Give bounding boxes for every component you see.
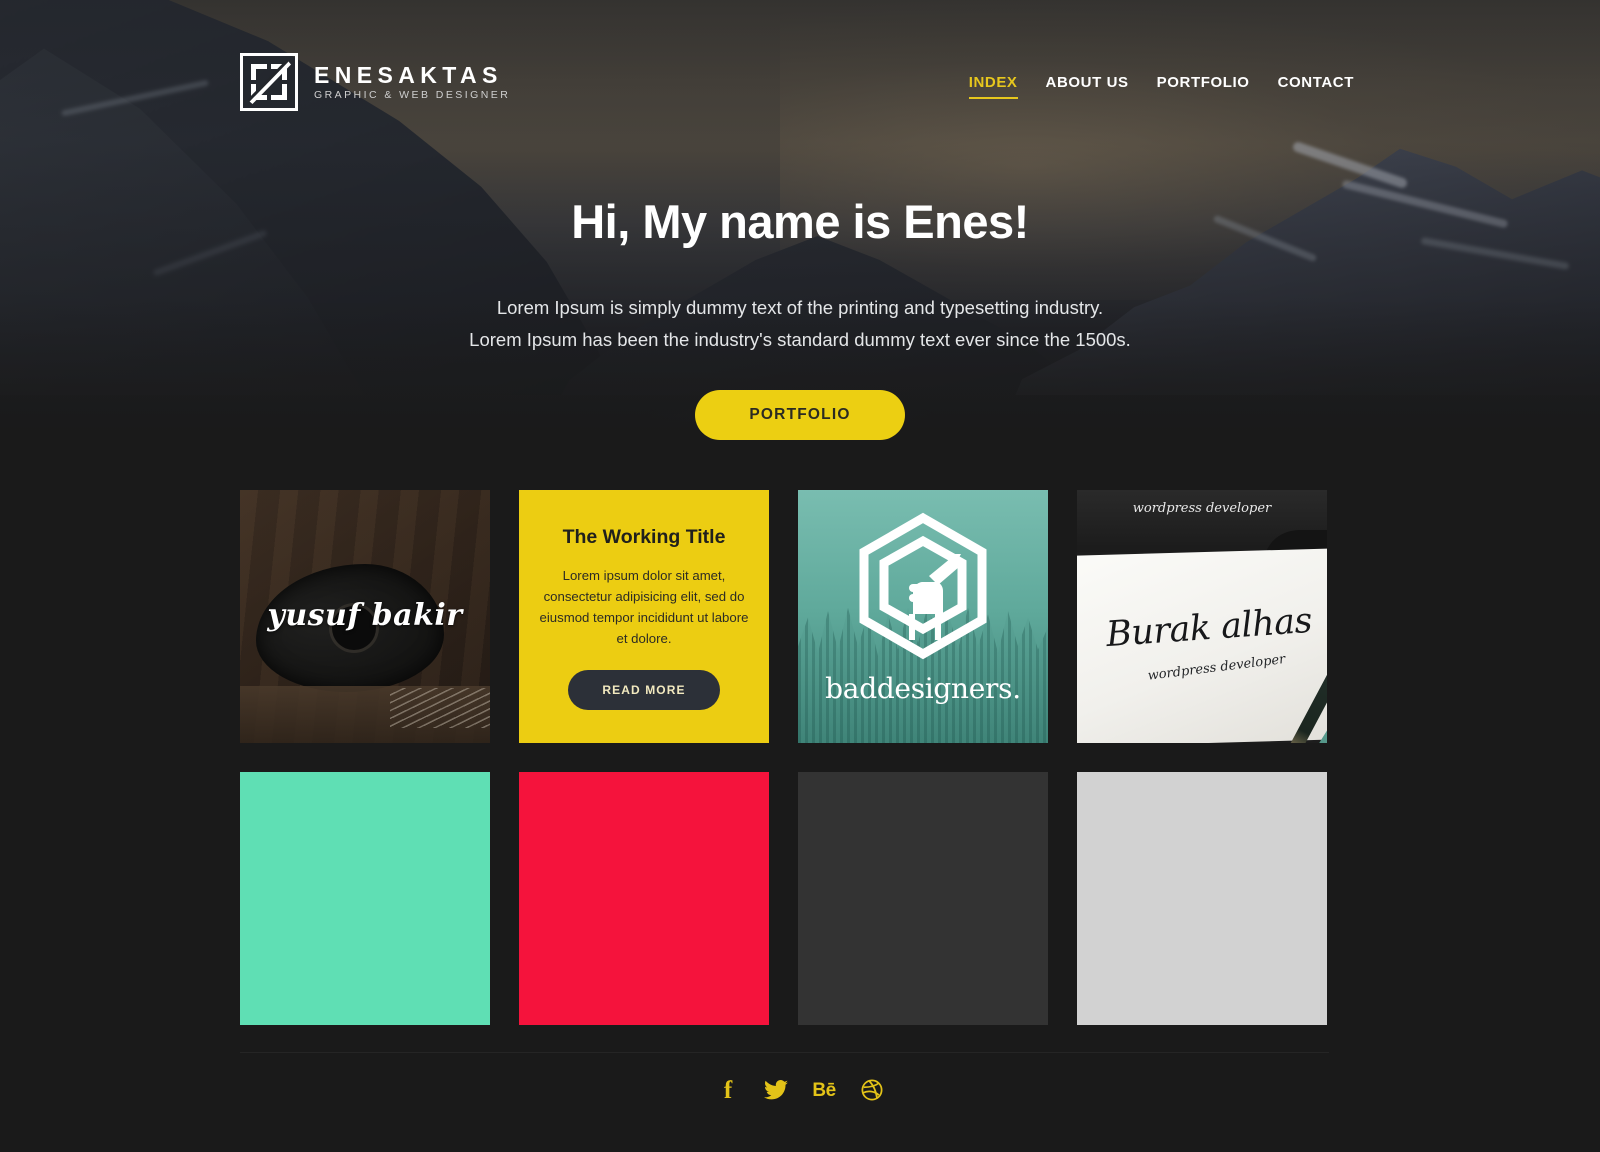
card-body-text: Lorem ipsum dolor sit amet, consectetur …	[539, 568, 749, 647]
hero-section: Hi, My name is Enes! Lorem Ipsum is simp…	[0, 196, 1600, 440]
card-title: The Working Title	[562, 526, 726, 548]
portfolio-tile-crimson[interactable]	[519, 772, 769, 1025]
read-more-button[interactable]: READ MORE	[568, 670, 720, 711]
brand-name: ENESAKTAS	[314, 61, 503, 88]
brand-tagline: GRAPHIC & WEB DESIGNER	[314, 88, 511, 101]
nav-item-contact[interactable]: CONTACT	[1264, 74, 1368, 91]
portfolio-tile-dark-gray[interactable]	[798, 772, 1048, 1025]
portfolio-tile-light-gray[interactable]	[1077, 772, 1327, 1025]
portfolio-item-the-working-title[interactable]: The Working Title Lorem ipsum dolor sit …	[519, 490, 769, 743]
guitar-strings	[390, 688, 490, 728]
monogram-square-icon	[240, 53, 298, 111]
brand-text: ENESAKTAS GRAPHIC & WEB DESIGNER	[314, 61, 511, 101]
portfolio-item-burak-alhas[interactable]: wordpress developer Burak alhas wordpres…	[1077, 490, 1327, 743]
portfolio-item-yusuf-bakir[interactable]: yusuf bakir	[240, 490, 490, 743]
behance-icon[interactable]: Bē	[811, 1076, 837, 1104]
facebook-glyph: f	[723, 1076, 733, 1104]
main-navigation: INDEX ABOUT US PORTFOLIO CONTACT	[955, 74, 1368, 99]
twitter-icon[interactable]	[763, 1076, 789, 1104]
brand-logo[interactable]: ENESAKTAS GRAPHIC & WEB DESIGNER	[240, 53, 510, 111]
hero-subtitle: Lorem Ipsum is simply dummy text of the …	[0, 292, 1600, 356]
hero-subtitle-line-1: Lorem Ipsum is simply dummy text of the …	[496, 296, 1104, 318]
page-title: Hi, My name is Enes!	[571, 195, 1029, 248]
hero-subtitle-line-2: Lorem Ipsum has been the industry's stan…	[469, 328, 1131, 350]
hero-cta-wrapper: PORTFOLIO	[0, 389, 1600, 440]
dribbble-icon[interactable]	[859, 1076, 885, 1104]
behance-glyph: Bē	[812, 1079, 836, 1101]
portfolio-item-baddesigners[interactable]: baddesigners.	[798, 490, 1048, 743]
portfolio-button[interactable]: PORTFOLIO	[695, 389, 905, 440]
facebook-icon[interactable]: f	[715, 1076, 741, 1104]
page-root: ENESAKTAS GRAPHIC & WEB DESIGNER INDEX A…	[0, 0, 1600, 1152]
portfolio-grid: yusuf bakir The Working Title Lorem ipsu…	[240, 490, 1329, 1025]
nav-item-about-us[interactable]: ABOUT US	[1032, 74, 1143, 91]
yusuf-bakir-logo-text: yusuf bakir	[267, 598, 463, 633]
footer-divider	[240, 1052, 1329, 1053]
portfolio-tile-mint[interactable]	[240, 772, 490, 1025]
baddesigners-logo-text: baddesigners.	[825, 672, 1021, 705]
nav-item-portfolio[interactable]: PORTFOLIO	[1143, 74, 1264, 91]
site-header: ENESAKTAS GRAPHIC & WEB DESIGNER INDEX A…	[0, 0, 1600, 160]
social-links: f Bē	[0, 1076, 1600, 1104]
hexagon-fist-pencil-icon	[843, 510, 1003, 670]
nav-item-index[interactable]: INDEX	[955, 74, 1032, 99]
calligraphy-top-text: wordpress developer	[1132, 501, 1272, 516]
